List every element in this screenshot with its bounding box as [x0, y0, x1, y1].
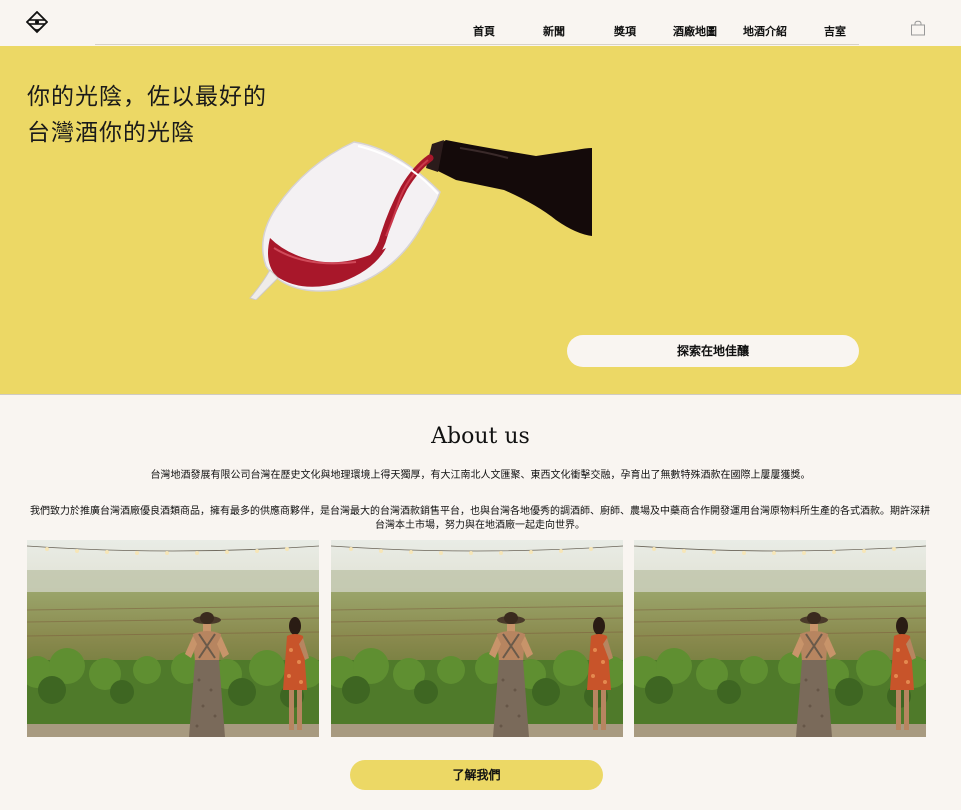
nav-item-news[interactable]: 新聞 — [543, 23, 565, 39]
hero-title-line1: 你的光陰，佐以最好的 — [27, 84, 267, 110]
about-title: About us — [431, 424, 530, 449]
nav-item-awards[interactable]: 獎項 — [614, 23, 636, 39]
hero-banner: 你的光陰，佐以最好的 台灣酒你的光陰 探索在地佳釀 — [0, 46, 961, 394]
vineyard-photo-1 — [27, 540, 319, 737]
explore-local-wine-button[interactable]: 探索在地佳釀 — [567, 335, 859, 367]
about-paragraph-1: 台灣地酒發展有限公司台灣在歷史文化與地理環境上得天獨厚，有大江南北人文匯聚、東西… — [150, 470, 811, 481]
vineyard-photo-2 — [331, 540, 623, 737]
nav-item-home[interactable]: 首頁 — [473, 23, 495, 39]
about-paragraph-2: 我們致力於推廣台灣酒廠優良酒類商品，擁有最多的供應商夥伴，是台灣最大的台灣酒款銷… — [30, 506, 930, 531]
nav-item-winery-map[interactable]: 酒廠地圖 — [673, 23, 717, 39]
wine-pour-illustration — [249, 140, 592, 300]
vineyard-photo-3 — [634, 540, 926, 737]
site-header: 首頁 新聞 獎項 酒廠地圖 地酒介紹 吉室 — [0, 0, 961, 46]
main-nav: 首頁 新聞 獎項 酒廠地圖 地酒介紹 吉室 — [0, 23, 961, 39]
shopping-bag-icon[interactable] — [910, 20, 926, 36]
hero-title: 你的光陰，佐以最好的 台灣酒你的光陰 — [27, 79, 267, 151]
header-divider — [95, 44, 859, 45]
hero-title-line2: 台灣酒你的光陰 — [27, 120, 195, 146]
section-divider — [0, 394, 961, 395]
nav-item-local-wine[interactable]: 地酒介紹 — [743, 23, 787, 39]
nav-item-room[interactable]: 吉室 — [824, 23, 846, 39]
learn-about-us-button[interactable]: 了解我們 — [350, 760, 603, 790]
